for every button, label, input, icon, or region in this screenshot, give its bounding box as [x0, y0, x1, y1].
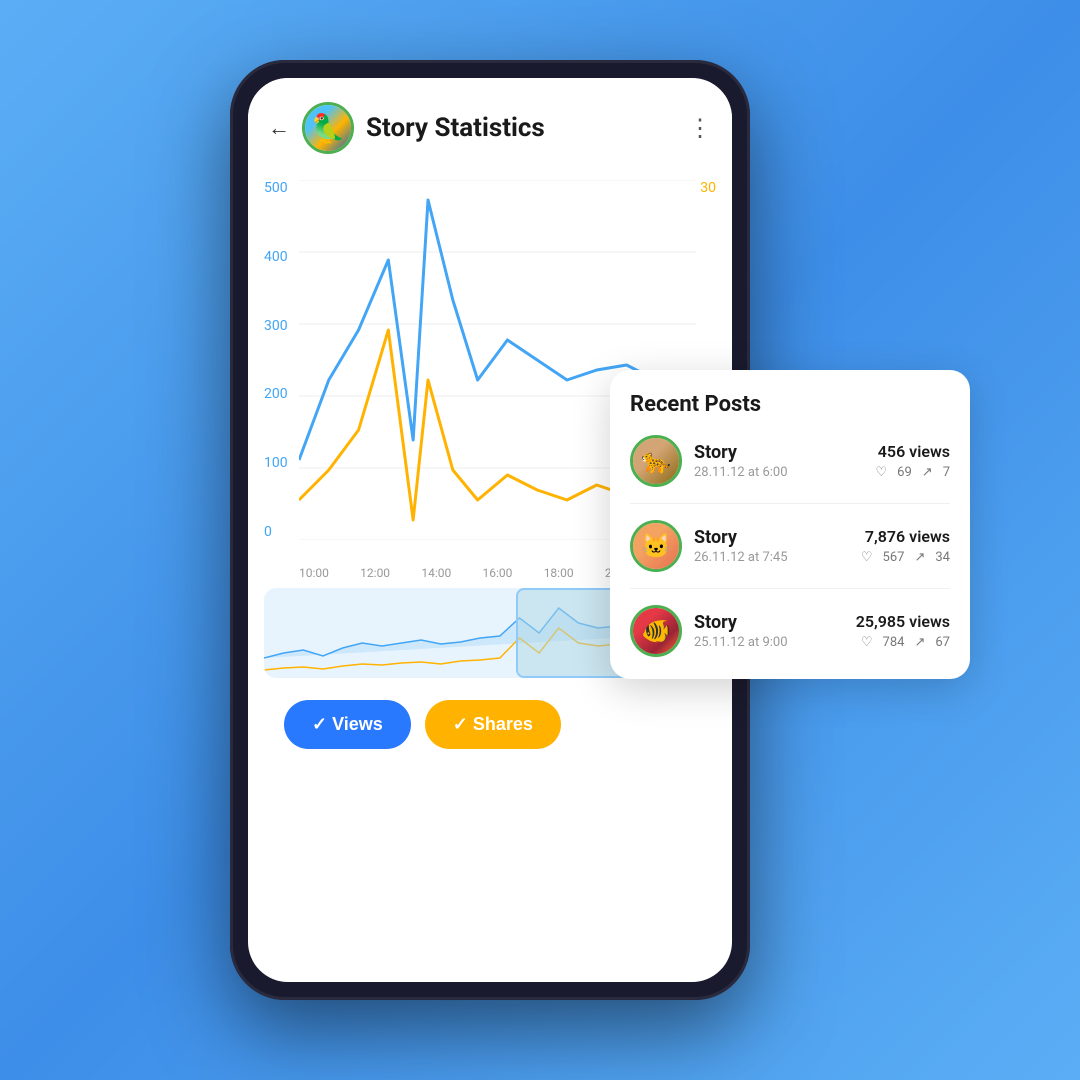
y-label-500: 500	[264, 180, 288, 196]
post-avatar-image-2: 🐱	[633, 523, 679, 569]
post-shares-count-2: 34	[935, 550, 950, 565]
recent-posts-title: Recent Posts	[630, 392, 950, 417]
post-date-1: 28.11.12 at 6:00	[694, 465, 876, 480]
post-stats-2: 7,876 views ♡ 567 ↗ 34	[861, 527, 950, 565]
post-info-3: Story 25.11.12 at 9:00	[694, 612, 856, 650]
list-item[interactable]: 🐱 Story 26.11.12 at 7:45 7,876 views ♡ 5…	[630, 520, 950, 589]
heart-icon: ♡	[861, 635, 873, 650]
post-stats-1: 456 views ♡ 69 ↗ 7	[876, 442, 951, 480]
post-avatar-3: 🐠	[630, 605, 682, 657]
x-label-10: 10:00	[299, 566, 329, 580]
heart-icon: ♡	[876, 465, 888, 480]
post-likes-count-1: 69	[897, 465, 912, 480]
share-icon: ↗	[914, 635, 925, 650]
post-views-3: 25,985 views	[856, 612, 950, 631]
post-engagement-3: ♡ 784 ↗ 67	[856, 635, 950, 650]
heart-icon: ♡	[861, 550, 873, 565]
y-label-400: 400	[264, 249, 288, 265]
more-menu-button[interactable]: ⋮	[688, 114, 712, 142]
post-shares-count-3: 67	[935, 635, 950, 650]
phone-container: ← 🦜 Story Statistics ⋮	[230, 60, 850, 1020]
page-title: Story Statistics	[366, 113, 688, 143]
post-stats-3: 25,985 views ♡ 784 ↗ 67	[856, 612, 950, 650]
shares-filter-button[interactable]: ✓ Shares	[425, 700, 561, 749]
post-avatar-image-3: 🐠	[633, 608, 679, 654]
x-label-12: 12:00	[360, 566, 390, 580]
y-label-100: 100	[264, 455, 288, 471]
post-likes-count-3: 784	[883, 635, 905, 650]
x-label-14: 14:00	[421, 566, 451, 580]
filter-buttons: ✓ Views ✓ Shares	[264, 686, 716, 769]
post-avatar-2: 🐱	[630, 520, 682, 572]
post-avatar-image-1: 🐆	[633, 438, 679, 484]
list-item[interactable]: 🐆 Story 28.11.12 at 6:00 456 views ♡ 69 …	[630, 435, 950, 504]
share-icon: ↗	[922, 465, 933, 480]
post-views-2: 7,876 views	[861, 527, 950, 546]
post-views-1: 456 views	[876, 442, 951, 461]
post-engagement-1: ♡ 69 ↗ 7	[876, 465, 951, 480]
post-likes-count-2: 567	[883, 550, 905, 565]
x-label-16: 16:00	[483, 566, 513, 580]
profile-avatar: 🦜	[302, 102, 354, 154]
post-shares-count-1: 7	[943, 465, 950, 480]
post-info-2: Story 26.11.12 at 7:45	[694, 527, 861, 565]
y-right-30: 30	[700, 180, 716, 196]
share-icon: ↗	[914, 550, 925, 565]
chart-y-axis-left: 500 400 300 200 100 0	[264, 180, 288, 540]
post-name-2: Story	[694, 527, 861, 548]
back-button[interactable]: ←	[268, 115, 290, 141]
list-item[interactable]: 🐠 Story 25.11.12 at 9:00 25,985 views ♡ …	[630, 605, 950, 657]
post-date-2: 26.11.12 at 7:45	[694, 550, 861, 565]
post-name-1: Story	[694, 442, 876, 463]
post-name-3: Story	[694, 612, 856, 633]
x-label-18: 18:00	[544, 566, 574, 580]
post-info-1: Story 28.11.12 at 6:00	[694, 442, 876, 480]
post-engagement-2: ♡ 567 ↗ 34	[861, 550, 950, 565]
post-avatar-1: 🐆	[630, 435, 682, 487]
post-date-3: 25.11.12 at 9:00	[694, 635, 856, 650]
y-label-200: 200	[264, 386, 288, 402]
views-filter-button[interactable]: ✓ Views	[284, 700, 411, 749]
y-label-0: 0	[264, 524, 288, 540]
y-label-300: 300	[264, 318, 288, 334]
avatar-image: 🦜	[305, 105, 351, 151]
recent-posts-card: Recent Posts 🐆 Story 28.11.12 at 6:00 45…	[610, 370, 970, 679]
header: ← 🦜 Story Statistics ⋮	[248, 78, 732, 170]
